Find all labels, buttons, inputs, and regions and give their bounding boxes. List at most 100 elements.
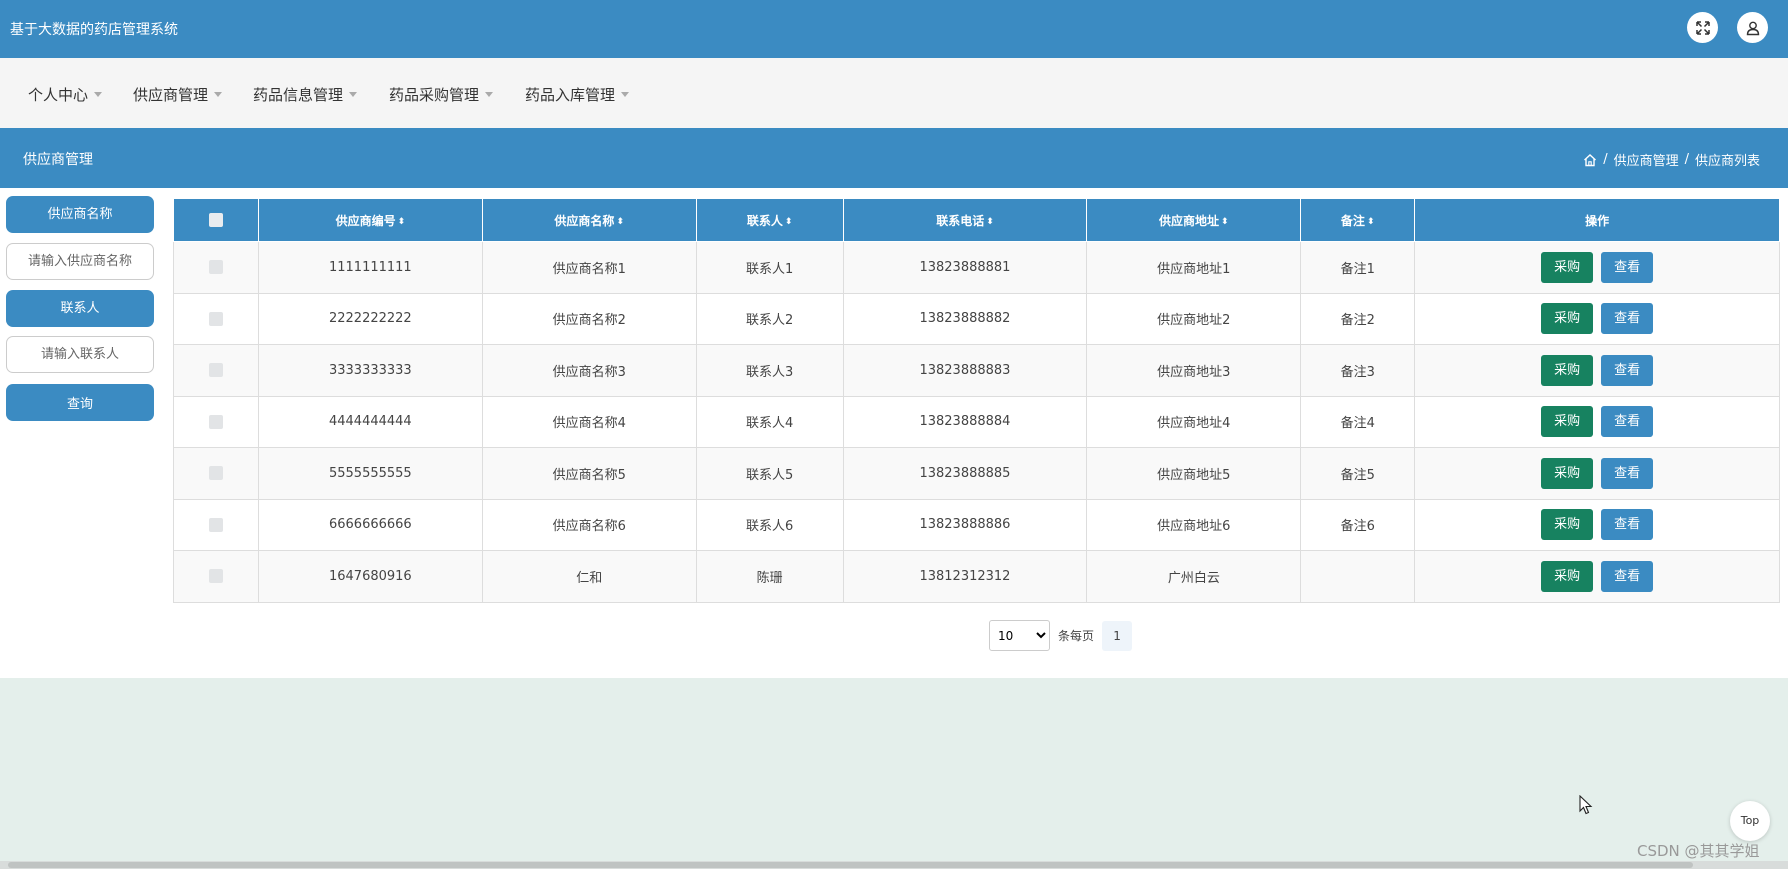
row-checkbox[interactable] bbox=[208, 311, 223, 326]
cell-address: 供应商地址5 bbox=[1086, 447, 1302, 500]
user-menu-button[interactable] bbox=[1737, 12, 1768, 43]
select-all-checkbox[interactable] bbox=[208, 213, 223, 228]
breadcrumb-item-supplier[interactable]: 供应商管理 bbox=[1614, 150, 1679, 169]
cell-phone: 13823888881 bbox=[842, 241, 1088, 294]
row-checkbox[interactable] bbox=[208, 569, 223, 584]
breadcrumb: / 供应商管理 / 供应商列表 bbox=[1583, 150, 1760, 169]
cell-supplier-id: 5555555555 bbox=[257, 447, 483, 500]
table-row: 2222222222 供应商名称2 联系人2 13823888882 供应商地址… bbox=[173, 292, 1780, 345]
view-button[interactable]: 查看 bbox=[1601, 354, 1654, 386]
table-row: 1111111111 供应商名称1 联系人1 13823888881 供应商地址… bbox=[173, 241, 1780, 294]
cell-remark: 备注4 bbox=[1300, 395, 1416, 448]
cell-address: 供应商地址2 bbox=[1086, 292, 1302, 345]
cell-phone: 13823888883 bbox=[842, 344, 1088, 397]
col-remark[interactable]: 备注 ⬍ bbox=[1300, 198, 1416, 242]
row-checkbox[interactable] bbox=[208, 363, 223, 378]
col-contact[interactable]: 联系人 ⬍ bbox=[695, 198, 844, 242]
cell-contact: 联系人3 bbox=[695, 344, 844, 397]
user-icon bbox=[1746, 21, 1759, 35]
home-icon[interactable] bbox=[1583, 153, 1597, 167]
table-row: 5555555555 供应商名称5 联系人5 13823888885 供应商地址… bbox=[173, 447, 1780, 500]
back-to-top-button[interactable]: Top bbox=[1730, 801, 1770, 841]
cell-actions: 采购 查看 bbox=[1414, 447, 1780, 500]
nav-item-drug-info[interactable]: 药品信息管理 bbox=[253, 84, 358, 105]
purchase-button[interactable]: 采购 bbox=[1541, 457, 1594, 489]
cell-contact: 联系人5 bbox=[695, 447, 844, 500]
view-button[interactable]: 查看 bbox=[1601, 406, 1654, 438]
cell-supplier-name: 供应商名称4 bbox=[481, 395, 697, 448]
caret-down-icon bbox=[214, 92, 223, 97]
supplier-table: 供应商编号 ⬍ 供应商名称 ⬍ 联系人 ⬍ 联系电话 ⬍ 供应商地址 ⬍ 备注 ⬍ 操作 1… bbox=[173, 198, 1780, 603]
cell-contact: 联系人4 bbox=[695, 395, 844, 448]
cell-actions: 采购 查看 bbox=[1414, 344, 1780, 397]
cell-phone: 13823888882 bbox=[842, 292, 1088, 345]
col-phone[interactable]: 联系电话 ⬍ bbox=[842, 198, 1088, 242]
caret-down-icon bbox=[621, 92, 630, 97]
purchase-button[interactable]: 采购 bbox=[1541, 303, 1594, 335]
contact-input[interactable] bbox=[6, 336, 154, 373]
cell-supplier-name: 仁和 bbox=[481, 550, 697, 603]
sort-icon: ⬍ bbox=[784, 216, 793, 227]
row-checkbox[interactable] bbox=[208, 414, 223, 429]
caret-down-icon bbox=[485, 92, 494, 97]
cell-remark: 备注1 bbox=[1300, 241, 1416, 294]
view-button[interactable]: 查看 bbox=[1601, 457, 1654, 489]
row-checkbox[interactable] bbox=[208, 260, 223, 275]
view-button[interactable]: 查看 bbox=[1601, 251, 1654, 283]
cell-supplier-id: 4444444444 bbox=[257, 395, 483, 448]
col-supplier-id[interactable]: 供应商编号 ⬍ bbox=[257, 198, 483, 242]
query-button[interactable]: 查询 bbox=[6, 384, 154, 421]
contact-label: 联系人 bbox=[6, 290, 154, 327]
cell-address: 供应商地址4 bbox=[1086, 395, 1302, 448]
purchase-button[interactable]: 采购 bbox=[1541, 354, 1594, 386]
cell-actions: 采购 查看 bbox=[1414, 498, 1780, 551]
cell-address: 供应商地址3 bbox=[1086, 344, 1302, 397]
cell-supplier-id: 1111111111 bbox=[257, 241, 483, 294]
cell-actions: 采购 查看 bbox=[1414, 395, 1780, 448]
cell-remark: 备注6 bbox=[1300, 498, 1416, 551]
view-button[interactable]: 查看 bbox=[1601, 560, 1654, 592]
col-supplier-name[interactable]: 供应商名称 ⬍ bbox=[481, 198, 697, 242]
nav-item-drug-stock-in[interactable]: 药品入库管理 bbox=[525, 84, 630, 105]
cell-contact: 联系人2 bbox=[695, 292, 844, 345]
cell-supplier-name: 供应商名称5 bbox=[481, 447, 697, 500]
page-size-select[interactable]: 10 bbox=[989, 620, 1050, 651]
main-nav: 个人中心 供应商管理 药品信息管理 药品采购管理 药品入库管理 bbox=[0, 58, 1788, 128]
cell-supplier-id: 2222222222 bbox=[257, 292, 483, 345]
row-checkbox[interactable] bbox=[208, 517, 223, 532]
sort-icon: ⬍ bbox=[1366, 216, 1375, 227]
page-number-current[interactable]: 1 bbox=[1102, 620, 1133, 651]
scrollbar-thumb[interactable] bbox=[8, 862, 1693, 868]
row-checkbox[interactable] bbox=[208, 466, 223, 481]
cell-actions: 采购 查看 bbox=[1414, 241, 1780, 294]
cell-phone: 13823888885 bbox=[842, 447, 1088, 500]
caret-down-icon bbox=[349, 92, 358, 97]
view-button[interactable]: 查看 bbox=[1601, 509, 1654, 541]
nav-item-personal-center[interactable]: 个人中心 bbox=[28, 84, 103, 105]
sort-icon: ⬍ bbox=[616, 216, 624, 227]
sort-icon: ⬍ bbox=[986, 216, 994, 227]
supplier-name-input[interactable] bbox=[6, 243, 154, 280]
table-header-row: 供应商编号 ⬍ 供应商名称 ⬍ 联系人 ⬍ 联系电话 ⬍ 供应商地址 ⬍ 备注 ⬍ 操作 bbox=[173, 198, 1780, 242]
nav-item-drug-purchase[interactable]: 药品采购管理 bbox=[389, 84, 494, 105]
cell-phone: 13812312312 bbox=[842, 550, 1088, 603]
purchase-button[interactable]: 采购 bbox=[1541, 406, 1594, 438]
purchase-button[interactable]: 采购 bbox=[1541, 509, 1594, 541]
breadcrumb-separator: / bbox=[1684, 152, 1689, 167]
view-button[interactable]: 查看 bbox=[1601, 303, 1654, 335]
cell-actions: 采购 查看 bbox=[1414, 292, 1780, 345]
top-bar: 基于大数据的药店管理系统 bbox=[0, 0, 1788, 58]
select-all-cell bbox=[173, 198, 259, 242]
mouse-cursor-icon bbox=[1579, 795, 1593, 815]
nav-item-supplier[interactable]: 供应商管理 bbox=[133, 84, 223, 105]
cell-phone: 13823888886 bbox=[842, 498, 1088, 551]
cell-contact: 陈珊 bbox=[695, 550, 844, 603]
horizontal-scrollbar[interactable] bbox=[0, 861, 1788, 869]
fullscreen-button[interactable] bbox=[1687, 12, 1718, 43]
purchase-button[interactable]: 采购 bbox=[1541, 251, 1594, 283]
cell-address: 广州白云 bbox=[1086, 550, 1302, 603]
sort-icon: ⬍ bbox=[397, 216, 406, 227]
content-area: 供应商名称 联系人 查询 供应商编号⬍ 供应商名称⬍ 联系人⬍ 联系电话⬍ 供应… bbox=[0, 188, 1788, 815]
purchase-button[interactable]: 采购 bbox=[1541, 560, 1594, 592]
col-address[interactable]: 供应商地址 ⬍ bbox=[1086, 198, 1302, 242]
